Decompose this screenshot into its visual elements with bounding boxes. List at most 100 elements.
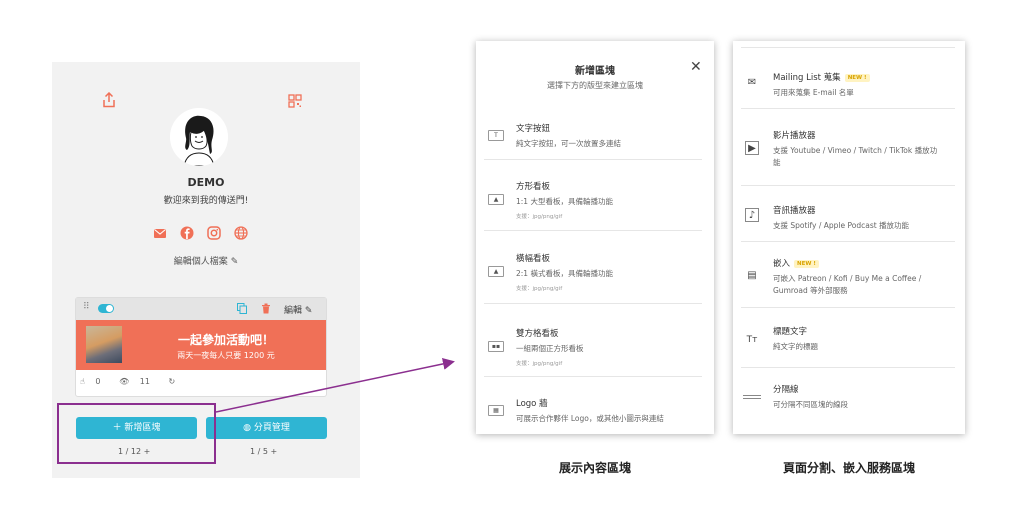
music-icon: ♪ <box>745 208 759 222</box>
option-desc: 純文字的標題 <box>773 342 818 351</box>
option-title: 方形看板 <box>516 182 551 192</box>
option-desc: 1:1 大型看板，具備輪播功能 <box>516 197 613 206</box>
option-desc: 2:1 橫式看板，具備輪播功能 <box>516 269 613 278</box>
mail-icon[interactable] <box>153 226 167 240</box>
divider <box>741 47 955 48</box>
profile-bio: 歡迎來到我的傳送門! <box>163 196 249 206</box>
pager-right: 1 / 5 + <box>250 447 277 456</box>
highlight-box <box>57 403 216 464</box>
page-icon: ◍ <box>243 423 251 433</box>
block-option-embed[interactable]: ▤ 嵌入 NEW ! 可嵌入 Patreon / Kofi / Buy Me a … <box>733 255 965 303</box>
globe-icon[interactable] <box>234 226 248 240</box>
block-type-list: ✉ Mailing List 蒐集 NEW ! 可用來蒐集 E-mail 名單 ▶… <box>733 41 965 434</box>
option-desc: 可用來蒐集 E-mail 名單 <box>773 88 854 97</box>
divider <box>484 303 702 304</box>
view-count: 11 <box>139 377 150 386</box>
option-title: 雙方格看板 <box>516 329 559 339</box>
divider <box>484 159 702 160</box>
option-desc: 支援 Spotify / Apple Podcast 播放功能 <box>773 221 910 230</box>
square-board-icon: ▲ <box>488 194 504 205</box>
eye-icon: 👁 <box>119 377 130 386</box>
text-button-icon: T <box>488 130 504 141</box>
block-option-square-board[interactable]: ▲ 方形看板 1:1 大型看板，具備輪播功能 支援：jpg/png/gif <box>476 175 714 225</box>
option-desc: 可展示合作夥伴 Logo，或其他小圖示與連結 <box>516 414 664 423</box>
option-title: 嵌入 NEW ! <box>773 257 819 269</box>
divider <box>484 230 702 231</box>
edit-profile-label: 編輯個人檔案 <box>173 257 228 267</box>
share-icon[interactable] <box>102 92 116 108</box>
view-stat: 👁 11 <box>119 377 158 386</box>
option-desc: 純文字按鈕，可一次放置多連結 <box>516 139 621 148</box>
event-banner[interactable]: 一起參加活動吧！ 兩天一夜每人只要 1200 元 <box>76 320 326 370</box>
option-title-text: Mailing List 蒐集 <box>773 73 841 83</box>
dialog-title: 新增區塊 <box>575 66 615 77</box>
option-title-text: 嵌入 <box>773 259 791 269</box>
block-option-audio-player[interactable]: ♪ 音訊播放器 支援 Spotify / Apple Podcast 播放功能 <box>733 202 965 238</box>
new-badge: NEW ! <box>844 73 870 82</box>
add-block-dialog: 新增區塊 選擇下方的版型來建立區塊 ✕ T 文字按鈕 純文字按鈕，可一次放置多連… <box>476 41 714 434</box>
block-option-banner-board[interactable]: ▲ 橫幅看板 2:1 橫式看板，具備輪播功能 支援：jpg/png/gif <box>476 247 714 297</box>
facebook-icon[interactable] <box>180 226 194 240</box>
pager-right-count: 1 / 5 <box>250 447 268 456</box>
banner-board-icon: ▲ <box>488 266 504 277</box>
click-stat: ☝ 0 <box>80 377 109 386</box>
divider <box>741 185 955 186</box>
option-title: 橫幅看板 <box>516 254 551 264</box>
block-stats: ☝ 0 👁 11 ↻ <box>80 377 183 386</box>
double-board-icon: ▪▪ <box>488 341 504 352</box>
copy-icon[interactable] <box>237 303 247 314</box>
option-note: 支援：jpg/png/gif <box>516 214 563 220</box>
instagram-icon[interactable] <box>207 226 221 240</box>
divider <box>741 108 955 109</box>
close-icon[interactable]: ✕ <box>690 60 702 74</box>
new-badge: NEW ! <box>794 259 819 268</box>
drag-handle-icon[interactable]: ⠿ <box>83 302 90 312</box>
option-note: 支援：jpg/png/gif <box>516 361 563 367</box>
divider <box>741 241 955 242</box>
embed-icon: ▤ <box>747 270 757 281</box>
qr-code-icon[interactable] <box>288 94 302 108</box>
divider <box>484 376 702 377</box>
page-manage-label: 分頁管理 <box>253 423 290 433</box>
option-title: Logo 牆 <box>516 399 548 409</box>
option-title: 分隔線 <box>773 385 799 395</box>
option-title: Mailing List 蒐集 NEW ! <box>773 71 870 83</box>
option-title: 影片播放器 <box>773 131 816 141</box>
pencil-icon: ✎ <box>304 306 313 316</box>
block-edit-button[interactable]: 編輯 ✎ <box>284 303 312 316</box>
edit-profile-link[interactable]: 編輯個人檔案 ✎ <box>52 254 360 267</box>
block-option-heading-text[interactable]: Tт 標題文字 純文字的標題 <box>733 323 965 357</box>
dialog-subtitle: 選擇下方的版型來建立區塊 <box>547 81 643 90</box>
refresh-icon[interactable]: ↻ <box>169 377 176 386</box>
page-manage-button[interactable]: ◍ 分頁管理 <box>206 417 327 439</box>
block-option-video-player[interactable]: ▶ 影片播放器 支援 Youtube / Vimeo / Twitch / Ti… <box>733 125 965 169</box>
block-option-divider[interactable]: 分隔線 可分隔不同區塊的線段 <box>733 381 965 415</box>
divider <box>741 367 955 368</box>
divider <box>741 307 955 308</box>
trash-icon[interactable] <box>261 303 271 314</box>
block-option-mailing-list[interactable]: ✉ Mailing List 蒐集 NEW ! 可用來蒐集 E-mail 名單 <box>733 67 965 103</box>
block-option-text-button[interactable]: T 文字按鈕 純文字按鈕，可一次放置多連結 <box>476 117 714 157</box>
option-note: 支援：jpg/png/gif <box>516 286 563 292</box>
option-desc-cont: 能 <box>773 158 781 167</box>
option-desc-cont: Gumroad 等外部服務 <box>773 286 848 295</box>
cursor-icon: ☝ <box>80 377 85 386</box>
block-edit-label: 編輯 <box>284 306 303 316</box>
block-card: ⠿ 編輯 ✎ 一起參加活動吧！ 兩天一夜每人只要 1200 元 ☝ 0 👁 11… <box>75 297 327 397</box>
option-desc: 可分隔不同區塊的線段 <box>773 400 848 409</box>
visibility-toggle[interactable] <box>98 304 114 313</box>
profile-name: DEMO <box>187 176 225 189</box>
divider-line-icon <box>743 395 761 399</box>
mailing-list-icon: ✉ <box>747 77 757 88</box>
caption-content-blocks: 展示內容區塊 <box>558 461 631 475</box>
text-size-icon: Tт <box>746 335 758 345</box>
pencil-icon: ✎ <box>230 257 239 267</box>
option-title: 音訊播放器 <box>773 206 816 216</box>
plus-icon[interactable]: + <box>271 447 278 456</box>
banner-subtitle: 兩天一夜每人只要 1200 元 <box>177 351 275 360</box>
block-option-logo-wall[interactable]: ▦ Logo 牆 可展示合作夥伴 Logo，或其他小圖示與連結 <box>476 391 714 431</box>
block-option-double-board[interactable]: ▪▪ 雙方格看板 一組兩個正方形看板 支援：jpg/png/gif <box>476 322 714 372</box>
option-desc: 一組兩個正方形看板 <box>516 344 584 353</box>
option-desc: 支援 Youtube / Vimeo / Twitch / TikTok 播放功 <box>773 146 938 155</box>
option-title: 文字按鈕 <box>516 124 551 134</box>
